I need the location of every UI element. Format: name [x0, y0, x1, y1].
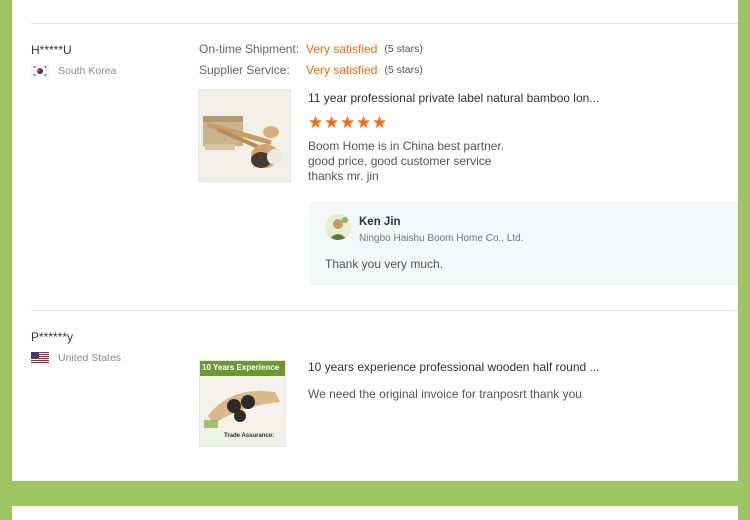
reviewer-name: H*****U	[31, 43, 72, 57]
review-text: Boom Home is in China best partner. good…	[308, 139, 504, 184]
filled-star-icon: ★	[324, 113, 340, 132]
thumb-banner: 10 Years Experience	[200, 361, 285, 376]
rating-row-service: Supplier Service: Very satisfied (5 star…	[199, 63, 423, 77]
rating-value: Very satisfied	[306, 42, 378, 56]
review-star-rating: ★ ★ ★ ★ ★	[308, 114, 388, 131]
rating-row-shipment: On-time Shipment: Very satisfied (5 star…	[199, 42, 423, 56]
product-title-link[interactable]: 11 year professional private label natur…	[308, 91, 599, 105]
reviewer-country: South Korea	[30, 64, 117, 78]
review-divider	[31, 23, 738, 24]
supplier-avatar	[325, 214, 351, 240]
thumb-banner-text: 10 Years Experience	[202, 363, 280, 372]
product-thumbnail-wooden-brush[interactable]: 10 Years Experience Trade Assurance:	[199, 360, 286, 447]
rating-stars-text: (5 stars)	[384, 64, 423, 76]
reviewer-name: P******y	[31, 330, 74, 344]
rating-stars-text: (5 stars)	[384, 43, 423, 55]
filled-star-icon: ★	[372, 113, 388, 132]
page-frame-left	[0, 0, 12, 520]
supplier-reply: Ken Jin Ningbo Haishu Boom Home Co., Ltd…	[309, 202, 738, 285]
rating-label: Supplier Service:	[199, 63, 290, 77]
review-line: Boom Home is in China best partner.	[308, 139, 505, 153]
thumb-caption: Trade Assurance:	[224, 433, 275, 439]
supplier-name: Ken Jin	[359, 216, 401, 228]
reviews-panel: H*****U South Korea On-time Shipment: Ve…	[12, 0, 738, 481]
review-line: good price, good customer service	[308, 154, 492, 168]
filled-star-icon: ★	[356, 113, 372, 132]
filled-star-icon: ★	[340, 113, 356, 132]
product-title-link[interactable]: 10 years experience professional wooden …	[308, 360, 600, 374]
rating-label: On-time Shipment:	[199, 42, 300, 56]
page-frame-bottom	[0, 481, 750, 506]
review-line: thanks mr. jin	[308, 169, 379, 183]
united-states-flag-icon	[31, 352, 49, 364]
country-label: South Korea	[58, 65, 117, 77]
filled-star-icon: ★	[308, 113, 324, 132]
thumb-footer: Trade Assurance:	[200, 431, 285, 446]
south-korea-flag-icon	[30, 64, 50, 78]
reviewer-country: United States	[31, 352, 121, 364]
reply-text: Thank you very much.	[325, 257, 444, 271]
page-frame-right	[738, 0, 750, 520]
review-line: We need the original invoice for tranpos…	[308, 387, 582, 401]
product-thumbnail-bamboo-brush[interactable]	[198, 89, 291, 182]
rating-value: Very satisfied	[306, 63, 378, 77]
country-label: United States	[58, 352, 122, 364]
review-text: We need the original invoice for tranpos…	[308, 387, 582, 402]
review-divider	[31, 310, 738, 311]
supplier-company: Ningbo Haishu Boom Home Co., Ltd.	[359, 233, 524, 244]
